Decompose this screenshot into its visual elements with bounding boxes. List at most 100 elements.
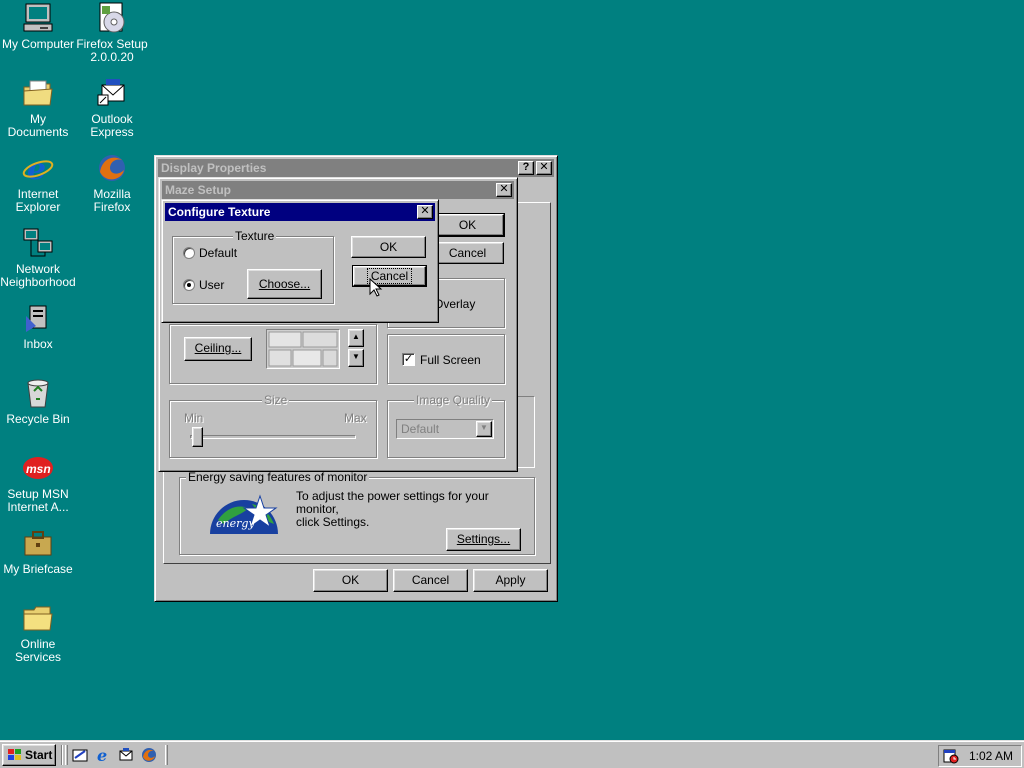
user-radio[interactable] [183, 279, 195, 291]
desktop-icon-label: Setup MSN Internet A... [7, 487, 69, 514]
taskbar-grip[interactable] [165, 745, 168, 765]
desktop-icon-label: Mozilla Firefox [93, 187, 131, 214]
texture-group-label: Texture [233, 229, 277, 243]
display-properties-titlebar[interactable]: Display Properties ? ✕ [158, 159, 554, 177]
close-button[interactable]: ✕ [417, 205, 433, 219]
folder-icon [22, 602, 54, 634]
desktop-icon-label: Recycle Bin [6, 412, 70, 426]
outlook-express-icon[interactable] [118, 747, 134, 763]
desktop-icon-label: My Documents [7, 112, 69, 139]
quicklaunch-grip[interactable] [65, 745, 68, 765]
desktop-icon-my-computer[interactable]: My Computer [0, 2, 76, 51]
cancel-button[interactable]: Cancel [393, 569, 468, 592]
apply-button[interactable]: Apply [473, 569, 548, 592]
start-button[interactable]: Start [2, 744, 56, 766]
svg-text:e: e [27, 152, 46, 184]
full-screen-group: ✓ Full Screen [387, 334, 505, 384]
desktop-icon-online-services[interactable]: Online Services [0, 602, 76, 664]
settings-button[interactable]: Settings... [446, 528, 521, 551]
desktop-icon-label: Firefox Setup 2.0.0.20 [76, 37, 148, 64]
desktop-icon-firefox-setup[interactable]: Firefox Setup 2.0.0.20 [74, 2, 150, 64]
scheduler-icon[interactable] [943, 748, 959, 764]
ceiling-button-label: Ceiling... [194, 341, 242, 355]
outlook-express-icon [96, 77, 128, 109]
close-button[interactable]: ✕ [536, 161, 552, 175]
stone-texture-image [267, 330, 339, 368]
desktop-icon-internet-explorer[interactable]: e Internet Explorer [0, 152, 76, 214]
ok-button[interactable]: OK [313, 569, 388, 592]
window-title: Display Properties [161, 161, 267, 175]
desktop-icon-my-documents[interactable]: My Documents [0, 77, 76, 139]
show-desktop-icon[interactable] [72, 747, 88, 763]
desktop-icon-inbox[interactable]: Inbox [0, 302, 76, 351]
texture-cancel-button[interactable]: Cancel [352, 265, 427, 287]
size-min-label: Min [184, 411, 204, 425]
energy-logo-text: energy [216, 517, 255, 530]
default-radio[interactable] [183, 247, 195, 259]
image-quality-label: Image Quality [414, 393, 493, 407]
user-radio-label[interactable]: User [199, 278, 224, 292]
mouse-cursor-icon [369, 277, 383, 298]
internet-explorer-icon: e [22, 152, 54, 187]
desktop-icon-outlook-express[interactable]: Outlook Express [74, 77, 150, 139]
network-icon [22, 227, 54, 259]
svg-text:e: e [97, 747, 107, 763]
image-quality-group: Image Quality Default ▼ [387, 393, 505, 458]
image-quality-select[interactable]: Default ▼ [396, 419, 494, 439]
desktop-icon-label: Online Services [14, 637, 61, 664]
svg-text:msn: msn [26, 462, 51, 476]
choose-button-label: Choose... [258, 277, 311, 291]
firefox-icon[interactable] [141, 747, 157, 763]
ceiling-group: Ceiling... ▲ ▼ [169, 324, 377, 384]
size-slider-thumb[interactable] [192, 427, 203, 447]
energy-group: Energy saving features of monitor energy… [179, 470, 535, 555]
maze-cancel-button[interactable]: Cancel [431, 242, 504, 264]
choose-button[interactable]: Choose... [247, 269, 322, 299]
chevron-down-icon[interactable]: ▼ [476, 421, 492, 437]
size-group-label: Size [262, 393, 290, 407]
texture-down-button[interactable]: ▼ [348, 349, 364, 367]
help-button[interactable]: ? [518, 161, 534, 175]
desktop-icon-network-neighborhood[interactable]: Network Neighborhood [0, 227, 76, 289]
energy-description: To adjust the power settings for your mo… [296, 489, 489, 529]
desktop-icon-label: Network Neighborhood [0, 262, 76, 289]
monitor-preview-edge [517, 396, 535, 468]
desktop-icon-mozilla-firefox[interactable]: Mozilla Firefox [74, 152, 150, 214]
start-label: Start [25, 748, 53, 762]
firefox-icon [96, 152, 128, 184]
desktop-icon-setup-msn[interactable]: msn Setup MSN Internet A... [0, 452, 76, 514]
documents-folder-icon [22, 77, 54, 109]
windows-logo-icon [7, 748, 23, 762]
size-slider-track[interactable] [190, 435, 356, 439]
texture-ok-label: OK [379, 240, 398, 254]
desktop-icon-my-briefcase[interactable]: My Briefcase [0, 527, 76, 576]
configure-texture-window: Configure Texture ✕ Texture Default User… [161, 199, 439, 323]
texture-up-button[interactable]: ▲ [348, 329, 364, 347]
taskbar: Start e 1:02 AM [0, 740, 1024, 768]
maze-ok-label: OK [458, 218, 477, 232]
default-radio-label[interactable]: Default [199, 246, 237, 260]
desktop-icon-label: Internet Explorer [15, 187, 61, 214]
energy-group-label: Energy saving features of monitor [186, 470, 370, 484]
window-title: Configure Texture [168, 205, 271, 219]
maze-setup-titlebar[interactable]: Maze Setup ✕ [162, 181, 514, 199]
configure-texture-titlebar[interactable]: Configure Texture ✕ [165, 203, 435, 221]
energy-star-logo: energy [208, 490, 280, 534]
clock[interactable]: 1:02 AM [969, 749, 1013, 763]
full-screen-label[interactable]: Full Screen [420, 353, 481, 367]
desktop-icon-label: My Briefcase [3, 562, 73, 576]
ceiling-button[interactable]: Ceiling... [184, 337, 252, 361]
ceiling-texture-preview [266, 329, 340, 369]
system-tray: 1:02 AM [938, 745, 1022, 767]
internet-explorer-icon[interactable]: e [95, 746, 111, 765]
texture-ok-button[interactable]: OK [351, 236, 426, 258]
full-screen-checkbox[interactable]: ✓ [402, 353, 415, 366]
size-max-label: Max [344, 411, 367, 425]
desktop-icon-recycle-bin[interactable]: Recycle Bin [0, 377, 76, 426]
close-button[interactable]: ✕ [496, 183, 512, 197]
maze-ok-button[interactable]: OK [430, 213, 505, 237]
desktop-icon-label: Inbox [23, 337, 53, 351]
ok-button-label: OK [341, 573, 360, 587]
settings-button-label: Settings... [456, 532, 511, 546]
inbox-icon [22, 302, 54, 334]
